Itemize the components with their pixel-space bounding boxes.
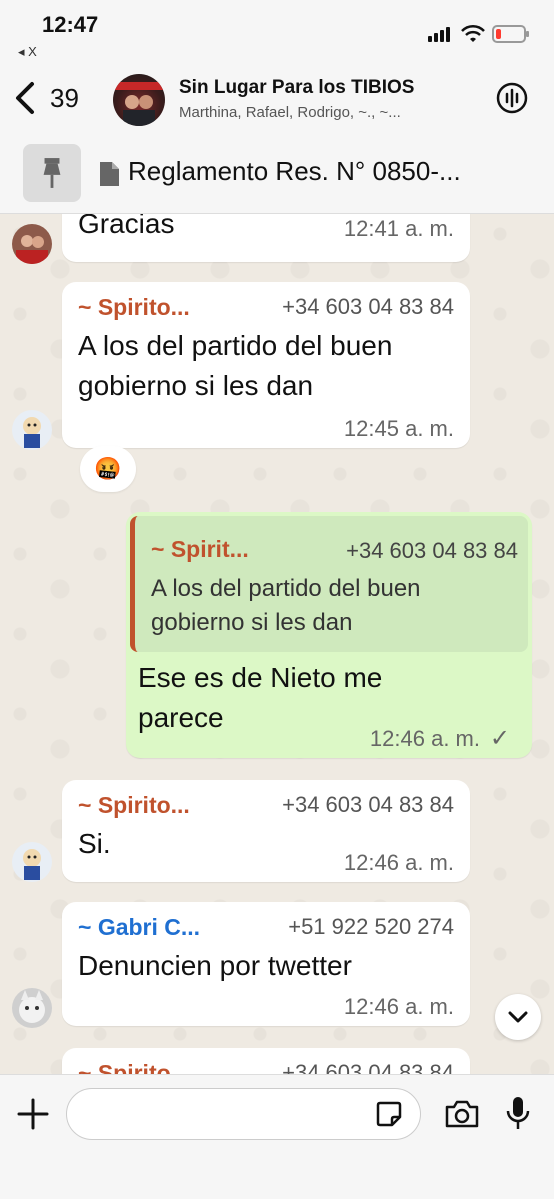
group-avatar[interactable] bbox=[113, 74, 165, 126]
unread-count: 39 bbox=[50, 82, 79, 113]
microphone-icon[interactable] bbox=[506, 1095, 530, 1131]
message-text: A los del partido del buen gobierno si l… bbox=[78, 330, 393, 401]
back-button[interactable]: 39 bbox=[10, 78, 90, 118]
document-icon bbox=[100, 162, 119, 186]
message-time: 12:45 a. m. bbox=[343, 416, 454, 441]
sender-phone: +34 603 04 83 84 bbox=[282, 792, 454, 817]
message-bubble[interactable]: ~ Spirito... +34 603 04 83 84 Si. 12:46 … bbox=[62, 780, 470, 882]
message-bubble[interactable]: ~ Gabri C... +51 922 520 274 Denuncien p… bbox=[62, 902, 470, 1026]
camera-icon[interactable] bbox=[444, 1099, 480, 1129]
sender-name[interactable]: ~ Spirito... bbox=[78, 1060, 190, 1074]
message-time: 12:41 a. m. bbox=[343, 216, 454, 241]
message-bubble[interactable]: Gracias 12:41 a. m. bbox=[62, 214, 470, 262]
message-text: Si. bbox=[78, 828, 111, 859]
sender-name[interactable]: ~ Spirito... bbox=[78, 294, 190, 321]
audio-call-icon[interactable] bbox=[494, 80, 530, 116]
quoted-phone: +34 603 04 83 84 bbox=[346, 538, 518, 563]
avatar[interactable] bbox=[12, 988, 52, 1028]
quoted-sender: ~ Spirit... bbox=[151, 536, 249, 562]
message-input-bar bbox=[0, 1074, 554, 1199]
quoted-message[interactable]: ~ Spirit... +34 603 04 83 84 A los del p… bbox=[130, 516, 528, 652]
sender-phone: +51 922 520 274 bbox=[288, 914, 454, 939]
group-members[interactable]: Marthina, Rafael, Rodrigo, ~., ~... bbox=[179, 104, 401, 121]
message-time: 12:46 a. m. bbox=[343, 850, 454, 875]
pinned-message-bar[interactable]: Reglamento Res. N° 0850-... bbox=[0, 134, 554, 214]
message-time: 12:46 a. m. bbox=[343, 994, 454, 1019]
avatar[interactable] bbox=[12, 842, 52, 882]
pin-icon bbox=[23, 144, 81, 202]
plus-icon[interactable] bbox=[16, 1097, 50, 1131]
message-text: Gracias bbox=[78, 214, 175, 239]
back-chevron-icon bbox=[16, 82, 34, 114]
sender-phone: +34 603 04 83 84 bbox=[282, 1060, 454, 1074]
sent-check-icon: ✓ bbox=[489, 725, 510, 752]
quoted-text: A los del partido del buen gobierno si l… bbox=[151, 575, 421, 636]
outgoing-message-bubble[interactable]: ~ Spirit... +34 603 04 83 84 A los del p… bbox=[126, 512, 532, 758]
group-title[interactable]: Sin Lugar Para los TIBIOS bbox=[179, 77, 414, 99]
avatar[interactable] bbox=[12, 410, 52, 450]
message-bubble[interactable]: ~ Spirito... +34 603 04 83 84 bbox=[62, 1048, 470, 1074]
sender-name[interactable]: ~ Gabri C... bbox=[78, 914, 200, 941]
sender-phone: +34 603 04 83 84 bbox=[282, 294, 454, 319]
sticker-icon[interactable] bbox=[376, 1101, 402, 1127]
avatar[interactable] bbox=[12, 224, 52, 264]
message-input[interactable] bbox=[66, 1088, 421, 1140]
scroll-to-bottom-button[interactable] bbox=[495, 994, 541, 1040]
back-to-app-link[interactable]: ◂ X bbox=[18, 44, 37, 60]
message-time: 12:46 a. m. bbox=[369, 726, 480, 751]
sender-name[interactable]: ~ Spirito... bbox=[78, 792, 190, 819]
status-bar: 12:47 ◂ X bbox=[0, 0, 554, 66]
chat-messages[interactable]: Gracias 12:41 a. m. ~ Spirito... +34 603… bbox=[0, 214, 554, 1074]
battery-icon bbox=[492, 25, 529, 43]
message-bubble[interactable]: ~ Spirito... +34 603 04 83 84 A los del … bbox=[62, 282, 470, 448]
pinned-text: Reglamento Res. N° 0850-... bbox=[128, 156, 461, 186]
signal-icon bbox=[428, 26, 454, 42]
chevron-down-icon bbox=[508, 1011, 528, 1023]
message-reaction[interactable]: 🤬 bbox=[80, 446, 136, 492]
chat-header: 39 Sin Lugar Para los TIBIOS Marthina, R… bbox=[0, 66, 554, 134]
status-time: 12:47 bbox=[42, 12, 99, 37]
message-text: Denuncien por twetter bbox=[78, 950, 352, 981]
wifi-icon bbox=[461, 24, 485, 42]
